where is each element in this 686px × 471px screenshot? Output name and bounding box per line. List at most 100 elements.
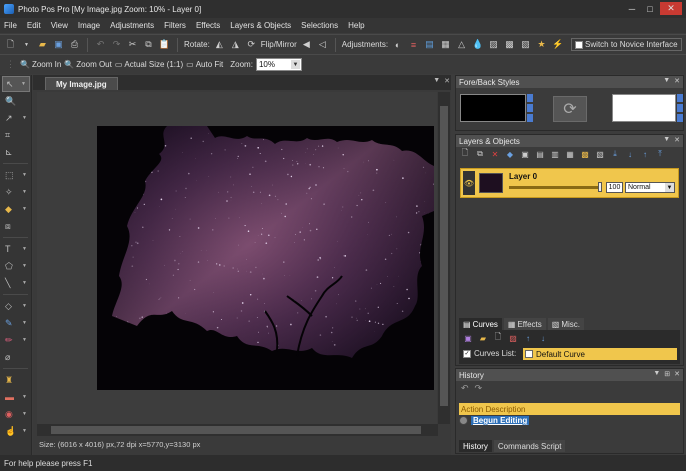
open-folder-icon[interactable]: ▰ [36, 38, 49, 51]
close-icon[interactable]: ✕ [444, 77, 450, 85]
layer-mask-icon[interactable]: ▤ [535, 149, 545, 159]
open-curve-icon[interactable]: ▰ [478, 333, 488, 343]
layer-effects-icon[interactable]: ▥ [550, 149, 560, 159]
curves-list-checkbox[interactable]: ✓ [463, 349, 471, 358]
zoom-tool[interactable]: 🔍 [2, 93, 30, 109]
maximize-button[interactable]: □ [642, 2, 658, 15]
eraser-tool[interactable]: ◇ ▼ [2, 298, 30, 314]
actual-size-button[interactable]: ▭ Actual Size (1:1) [115, 60, 183, 69]
move-layer-bottom-icon[interactable]: ⤓ [610, 149, 620, 159]
menu-adjustments[interactable]: Adjustments [110, 21, 154, 30]
close-icon[interactable]: ✕ [674, 370, 680, 378]
new-file-icon[interactable]: 🗋 [4, 38, 17, 51]
dropdown-icon[interactable]: ▼ [20, 38, 33, 51]
new-layer-icon[interactable]: 🗋 [460, 148, 470, 159]
visibility-icon[interactable]: 👁 [463, 171, 475, 195]
print-icon[interactable]: ⎙ [68, 38, 81, 51]
flip-mirror-button[interactable]: Flip/Mirror [261, 40, 297, 49]
swap-colors-button[interactable]: ⟳ [553, 96, 587, 122]
brightness-icon[interactable]: ◐ [391, 38, 404, 51]
shape-tool[interactable]: ⬠ ▼ [2, 258, 30, 274]
duplicate-layer-icon[interactable]: ⧉ [475, 149, 485, 159]
brush-tool[interactable]: ✎ ▼ [2, 315, 30, 331]
layer-object-icon[interactable]: ▧ [595, 149, 605, 159]
close-icon[interactable]: ✕ [674, 136, 680, 144]
eyedropper-tool[interactable]: ⌀ [2, 349, 30, 365]
blend-mode-select[interactable]: Normal ▼ [625, 182, 675, 193]
novice-interface-button[interactable]: Switch to Novice Interface [571, 38, 682, 51]
color-balance-icon[interactable]: ▤ [423, 38, 436, 51]
save-curve-icon[interactable]: ▣ [463, 333, 473, 343]
auto-fit-button[interactable]: ▭ Auto Fit [186, 60, 223, 69]
fill-tool[interactable]: ◆ ▼ [2, 201, 30, 217]
rect-select-tool[interactable]: ⬚ ▼ [2, 167, 30, 183]
vertical-scroll-thumb[interactable] [440, 106, 448, 406]
vertical-scrollbar[interactable] [438, 92, 450, 424]
copy-icon[interactable]: ⧉ [142, 38, 155, 51]
cut-icon[interactable]: ✂ [126, 38, 139, 51]
zoom-out-button[interactable]: 🔍 Zoom Out [64, 60, 112, 69]
curve-down-icon[interactable]: ↓ [538, 333, 548, 343]
transform-tool[interactable]: ⧈ [2, 218, 30, 234]
menu-filters[interactable]: Filters [164, 21, 186, 30]
delete-curve-icon[interactable]: ▨ [508, 333, 518, 343]
undo-icon[interactable]: ↶ [94, 38, 107, 51]
saturation-icon[interactable]: △ [455, 38, 468, 51]
image-effects-icon[interactable]: ▧ [519, 38, 532, 51]
menu-effects[interactable]: Effects [196, 21, 220, 30]
document-tab[interactable]: My Image.jpg [45, 77, 118, 90]
smudge-tool[interactable]: ☝ ▼ [2, 423, 30, 439]
history-redo-icon[interactable]: ↷ [475, 383, 483, 394]
layer-group-icon[interactable]: ▦ [565, 149, 575, 159]
flip-vertical-icon[interactable]: ◁ [316, 38, 329, 51]
flip-horizontal-icon[interactable]: ◀ [300, 38, 313, 51]
menu-file[interactable]: File [4, 21, 17, 30]
move-layer-top-icon[interactable]: ⤒ [655, 149, 665, 159]
history-undo-icon[interactable]: ↶ [461, 383, 469, 394]
move-tool[interactable]: ↗ ▼ [2, 110, 30, 126]
pencil-tool[interactable]: ✏ ▼ [2, 332, 30, 348]
rotate-right-icon[interactable]: ◮ [229, 38, 242, 51]
paste-icon[interactable]: 📋 [158, 38, 171, 51]
horizontal-scrollbar[interactable] [37, 424, 438, 436]
menu-view[interactable]: View [51, 21, 68, 30]
stamp-tool[interactable]: ♜ [2, 372, 30, 388]
heal-tool[interactable]: ▬ ▼ [2, 389, 30, 405]
zoom-select[interactable]: 10% ▼ [255, 58, 302, 71]
magic-icon[interactable]: ⚡ [551, 38, 564, 51]
close-button[interactable]: ✕ [660, 2, 682, 15]
dropdown-icon[interactable]: ▼ [663, 77, 670, 85]
curves-list-select[interactable]: Default Curve [523, 348, 677, 360]
swatch-options[interactable] [527, 94, 533, 122]
line-tool[interactable]: ╲ ▼ [2, 275, 30, 291]
rotate-free-icon[interactable]: ⟳ [245, 38, 258, 51]
layer-row[interactable]: 👁 Layer 0 100 Normal ▼ [460, 168, 679, 198]
image-canvas[interactable] [97, 126, 434, 390]
enhance-icon[interactable]: ▩ [503, 38, 516, 51]
dropdown-icon[interactable]: ▼ [433, 77, 440, 85]
save-icon[interactable]: ▣ [52, 38, 65, 51]
background-swatch[interactable] [612, 94, 676, 122]
swatch-options[interactable] [677, 94, 683, 122]
horizontal-scroll-thumb[interactable] [51, 426, 421, 434]
magic-wand-tool[interactable]: ✧ ▼ [2, 184, 30, 200]
foreground-swatch[interactable] [460, 94, 526, 122]
rotate-left-icon[interactable]: ◭ [213, 38, 226, 51]
menu-image[interactable]: Image [78, 21, 100, 30]
history-item[interactable]: Begun Editing [459, 416, 530, 425]
redeye-tool[interactable]: ◉ ▼ [2, 406, 30, 422]
new-curve-icon[interactable]: 🗋 [493, 332, 503, 343]
pointer-tool[interactable]: ↖ ▼ [2, 76, 30, 92]
layer-style-icon[interactable]: ▩ [580, 149, 590, 159]
zoom-in-button[interactable]: 🔍 Zoom In [20, 60, 61, 69]
menu-layers-objects[interactable]: Layers & Objects [230, 21, 291, 30]
close-icon[interactable]: ✕ [674, 77, 680, 85]
curve-up-icon[interactable]: ↑ [523, 333, 533, 343]
redo-icon[interactable]: ↷ [110, 38, 123, 51]
pin-icon[interactable]: ⊞ [664, 370, 670, 378]
menu-selections[interactable]: Selections [301, 21, 338, 30]
minimize-button[interactable]: ─ [624, 2, 640, 15]
text-tool[interactable]: T ▼ [2, 241, 30, 257]
photo-filter-icon[interactable]: ▨ [487, 38, 500, 51]
tab-history[interactable]: History [459, 440, 492, 452]
